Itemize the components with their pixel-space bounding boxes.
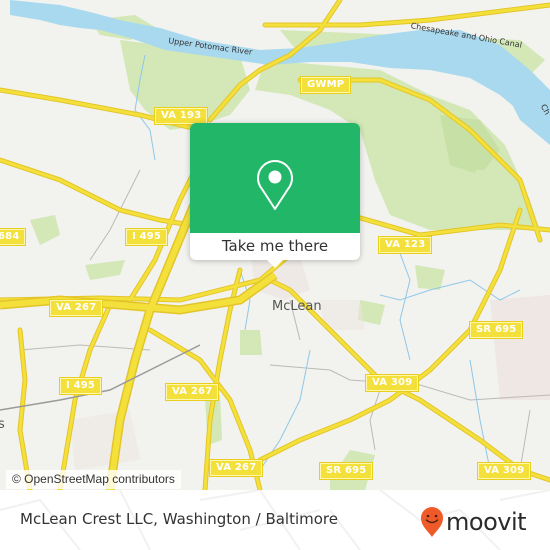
- road-shield: SR 695: [318, 462, 374, 480]
- popup-header[interactable]: [190, 123, 360, 233]
- place-label-edge: s: [0, 417, 5, 432]
- location-popup: Take me there: [190, 123, 360, 268]
- moovit-pin-icon: [421, 507, 443, 537]
- footer-bar: McLean Crest LLC, Washington / Baltimore…: [0, 490, 550, 550]
- brand-name: moovit: [446, 508, 527, 536]
- location-title: McLean Crest LLC, Washington / Baltimore: [20, 510, 338, 528]
- map-pin-icon: [257, 160, 293, 210]
- road-shield: VA 309: [364, 374, 420, 392]
- road-shield: VA 267: [208, 459, 264, 477]
- road-shield: I 495: [124, 228, 169, 246]
- road-shield: 684: [0, 228, 27, 246]
- moovit-logo[interactable]: moovit: [420, 505, 527, 539]
- road-shield: VA 309: [476, 462, 532, 480]
- road-shield: VA 123: [377, 236, 433, 254]
- road-shield: VA 267: [164, 383, 220, 401]
- map-attribution[interactable]: © OpenStreetMap contributors: [6, 470, 181, 489]
- road-shield: VA 267: [48, 299, 104, 317]
- road-shield: SR 695: [468, 321, 524, 339]
- popup-pointer: [267, 260, 283, 268]
- road-shield: VA 193: [153, 107, 209, 125]
- map-view[interactable]: Upper Potomac River Chesapeake and Ohio …: [0, 0, 550, 490]
- place-label-mclean: McLean: [272, 299, 322, 314]
- road-shield: GWMP: [299, 76, 352, 94]
- road-shield: I 495: [58, 377, 103, 395]
- take-me-there-button[interactable]: Take me there: [190, 233, 360, 260]
